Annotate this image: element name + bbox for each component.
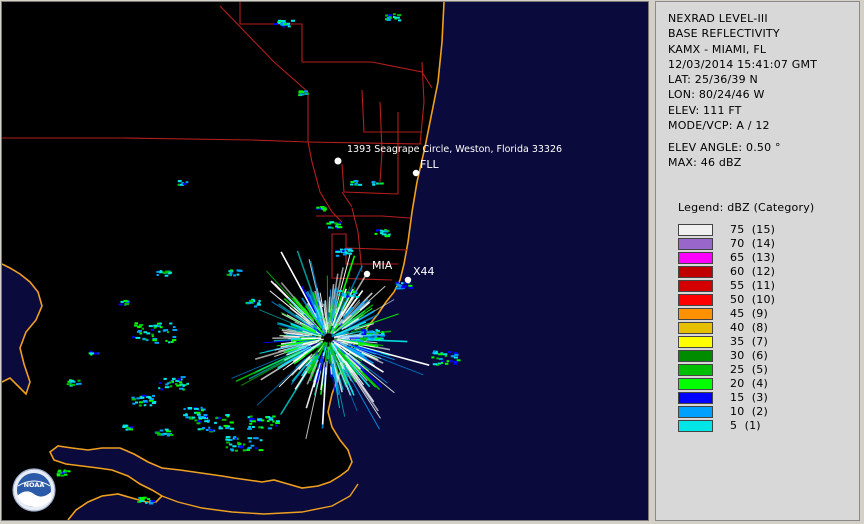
legend-label: 10 (2): [730, 405, 768, 418]
legend-swatch: [678, 322, 713, 334]
legend-label: 35 (7): [730, 335, 768, 348]
station-name: KAMX - MIAMI, FL: [668, 42, 767, 56]
legend-swatch: [678, 266, 713, 278]
mia-label: MIA: [372, 259, 393, 272]
mia-marker[interactable]: [363, 270, 371, 278]
location-marker[interactable]: [333, 156, 343, 166]
legend-title: Legend: dBZ (Category): [678, 201, 815, 214]
product-line-2: BASE REFLECTIVITY: [668, 27, 780, 41]
fll-label: FLL: [420, 158, 439, 171]
noaa-logo: NOAA: [12, 468, 56, 512]
station-lat: LAT: 25/36/39 N: [668, 73, 758, 87]
x44-label: X44: [413, 265, 435, 278]
legend-label: 15 (3): [730, 391, 768, 404]
fll-marker[interactable]: [412, 169, 420, 177]
max-dbz: MAX: 46 dBZ: [668, 156, 742, 170]
radar-map[interactable]: 1393 Seagrape Circle, Weston, Florida 33…: [1, 1, 649, 521]
station-elev: ELEV: 111 FT: [668, 103, 742, 117]
legend-label: 75 (15): [730, 223, 776, 236]
location-label: 1393 Seagrape Circle, Weston, Florida 33…: [347, 144, 562, 155]
legend-label: 50 (10): [730, 293, 776, 306]
legend-swatch: [678, 406, 713, 418]
legend-swatch: [678, 280, 713, 292]
mode-vcp: MODE/VCP: A / 12: [668, 119, 770, 133]
legend-label: 20 (4): [730, 377, 768, 390]
legend-swatch: [678, 308, 713, 320]
legend-label: 70 (14): [730, 237, 776, 250]
legend-swatch: [678, 336, 713, 348]
legend-swatch: [678, 378, 713, 390]
legend-swatch: [678, 420, 713, 432]
legend-label: 55 (11): [730, 279, 776, 292]
legend-swatch: [678, 252, 713, 264]
noaa-logo-text: NOAA: [24, 481, 45, 489]
legend-swatch: [678, 350, 713, 362]
scan-datetime: 12/03/2014 15:41:07 GMT: [668, 57, 818, 71]
legend-swatch: [678, 294, 713, 306]
legend-swatch: [678, 392, 713, 404]
product-metadata: NEXRAD LEVEL-III BASE REFLECTIVITY KAMX …: [668, 11, 817, 133]
legend-label: 25 (5): [730, 363, 768, 376]
scan-metadata: ELEV ANGLE: 0.50 ° MAX: 46 dBZ: [668, 140, 781, 171]
legend-label: 60 (12): [730, 265, 776, 278]
product-line-1: NEXRAD LEVEL-III: [668, 12, 768, 25]
legend-label: 65 (13): [730, 251, 776, 264]
legend-swatch: [678, 364, 713, 376]
legend-label: 30 (6): [730, 349, 768, 362]
station-lon: LON: 80/24/46 W: [668, 88, 765, 102]
info-panel: NEXRAD LEVEL-III BASE REFLECTIVITY KAMX …: [655, 1, 860, 521]
legend-label: 5 (1): [730, 419, 761, 432]
legend-swatch: [678, 238, 713, 250]
x44-marker[interactable]: [404, 276, 412, 284]
legend-swatch: [678, 224, 713, 236]
legend-label: 40 (8): [730, 321, 768, 334]
elev-angle: ELEV ANGLE: 0.50 °: [668, 141, 781, 154]
legend-label: 45 (9): [730, 307, 768, 320]
